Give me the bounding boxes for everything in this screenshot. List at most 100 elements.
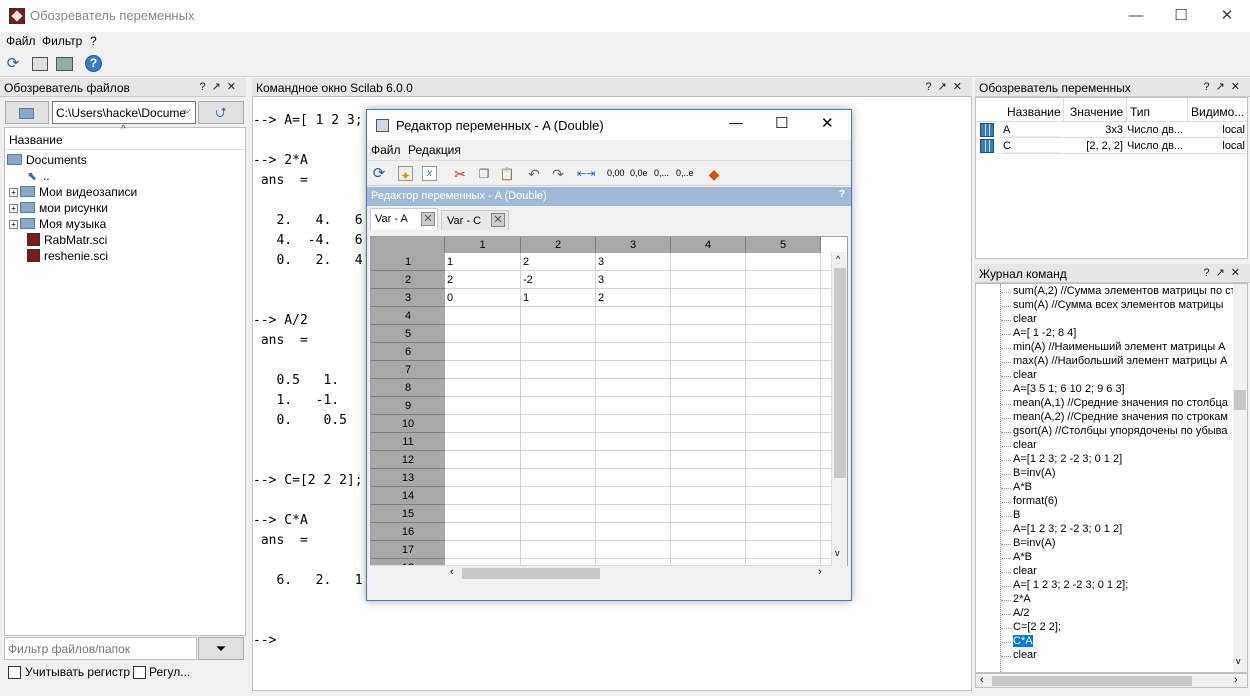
- history-item[interactable]: B=inv(A): [1013, 467, 1056, 479]
- x-var-icon[interactable]: x: [422, 166, 437, 181]
- paste-icon[interactable]: 📋: [498, 165, 516, 183]
- col-value[interactable]: Значение: [1070, 105, 1123, 119]
- grid-cell[interactable]: [445, 415, 521, 433]
- cut-icon[interactable]: ✂: [451, 165, 469, 183]
- history-item[interactable]: C=[2 2 2];: [1013, 621, 1061, 633]
- grid-col-header[interactable]: 2: [521, 237, 596, 253]
- grid-cell[interactable]: [521, 325, 596, 343]
- grid-cell[interactable]: [596, 433, 671, 451]
- history-item[interactable]: A/2: [1013, 607, 1030, 619]
- format-short-button[interactable]: 0,00: [607, 168, 625, 178]
- history-item[interactable]: format(6): [1013, 495, 1058, 507]
- expand-icon[interactable]: +: [9, 220, 18, 229]
- grid-cell[interactable]: 2: [596, 289, 671, 307]
- scroll-right-icon[interactable]: ›: [1234, 674, 1238, 686]
- grid-cell[interactable]: [596, 397, 671, 415]
- grid-cell[interactable]: [521, 541, 596, 559]
- minimize-button[interactable]: —: [1123, 5, 1149, 27]
- refresh-icon[interactable]: ⟳: [4, 55, 22, 73]
- grid-cell[interactable]: [746, 451, 821, 469]
- grid-col-header[interactable]: 1: [445, 237, 521, 253]
- history-item[interactable]: clear: [1013, 565, 1037, 577]
- tree-item-pictures[interactable]: + мои рисунки: [9, 201, 108, 215]
- grid-cell[interactable]: [746, 415, 821, 433]
- grid-cell[interactable]: [671, 505, 746, 523]
- grid-cell[interactable]: 2: [445, 271, 521, 289]
- scroll-thumb[interactable]: [462, 568, 600, 579]
- panel-controls-icon[interactable]: ?↗✕: [199, 80, 242, 93]
- help-icon[interactable]: ?: [85, 55, 102, 72]
- grid-col-header[interactable]: 4: [671, 237, 746, 253]
- close-button[interactable]: ✕: [1214, 5, 1240, 27]
- col-name[interactable]: Название: [1007, 105, 1061, 119]
- grid-cell[interactable]: [445, 361, 521, 379]
- close-tab-icon[interactable]: ✕: [491, 213, 505, 227]
- grid-cell[interactable]: [521, 343, 596, 361]
- grid-cell[interactable]: [596, 325, 671, 343]
- menu-help[interactable]: ?: [90, 34, 97, 48]
- history-item[interactable]: B=inv(A): [1013, 537, 1056, 549]
- grid-cell[interactable]: [671, 415, 746, 433]
- format-short-e-button[interactable]: 0,0e: [630, 168, 648, 178]
- grid-cell[interactable]: [671, 343, 746, 361]
- grid-cell[interactable]: [596, 487, 671, 505]
- var-row[interactable]: C [2, 2, 2] Число дв... local: [975, 138, 1247, 154]
- history-item[interactable]: C*A: [1013, 635, 1033, 647]
- grid-cell[interactable]: [746, 433, 821, 451]
- redo-icon[interactable]: ↷: [549, 165, 567, 183]
- grid-cell[interactable]: [596, 505, 671, 523]
- history-item[interactable]: A*B: [1013, 551, 1032, 563]
- tree-item-parent[interactable]: ⬉..: [27, 169, 50, 183]
- grid-cell[interactable]: [746, 523, 821, 541]
- grid-cell[interactable]: [671, 379, 746, 397]
- grid-cell[interactable]: 1: [521, 289, 596, 307]
- grid-row-header[interactable]: 4: [371, 307, 445, 325]
- history-item[interactable]: clear: [1013, 649, 1037, 661]
- history-vertical-scrollbar[interactable]: v: [1233, 284, 1247, 672]
- panel-controls-icon[interactable]: ?↗✕: [925, 80, 968, 93]
- grid-cell[interactable]: [671, 271, 746, 289]
- file-filter-input[interactable]: [4, 637, 197, 660]
- close-tab-icon[interactable]: ✕: [421, 212, 435, 226]
- scroll-left-icon[interactable]: ‹: [980, 674, 984, 686]
- grid-cell[interactable]: 3: [596, 253, 671, 271]
- scroll-down-icon[interactable]: v: [1236, 656, 1241, 666]
- grid-cell[interactable]: [671, 541, 746, 559]
- open-folder-button[interactable]: [5, 101, 49, 124]
- scroll-thumb[interactable]: [1234, 390, 1246, 410]
- fit-width-icon[interactable]: ⇤⇥: [577, 165, 595, 183]
- grid-cell[interactable]: [521, 361, 596, 379]
- grid-row-header[interactable]: 6: [371, 343, 445, 361]
- grid-cell[interactable]: [445, 451, 521, 469]
- panel-controls-icon[interactable]: ?↗✕: [1203, 266, 1246, 279]
- history-item[interactable]: mean(A,1) //Средние значения по столбца: [1013, 397, 1228, 409]
- history-horizontal-scrollbar[interactable]: ‹ ›: [975, 673, 1248, 688]
- grid-cell[interactable]: [521, 523, 596, 541]
- panel-controls-icon[interactable]: ?↗✕: [1203, 80, 1246, 93]
- grid-cell[interactable]: 3: [596, 271, 671, 289]
- history-item[interactable]: clear: [1013, 439, 1037, 451]
- grid-cell[interactable]: [445, 325, 521, 343]
- grid-row-header[interactable]: 3: [371, 289, 445, 307]
- col-type[interactable]: Тип: [1130, 105, 1150, 119]
- history-item[interactable]: A=[1 2 3; 2 -2 3; 0 1 2]: [1013, 453, 1122, 465]
- grid-row-header[interactable]: 11: [371, 433, 445, 451]
- grid-cell[interactable]: [671, 433, 746, 451]
- grid-row-header[interactable]: 5: [371, 325, 445, 343]
- tree-item-documents[interactable]: Documents: [7, 153, 87, 167]
- format-long-e-button[interactable]: 0,..e: [676, 168, 694, 178]
- grid-row-header[interactable]: 12: [371, 451, 445, 469]
- grid-horizontal-scrollbar[interactable]: ‹ ›: [370, 565, 831, 580]
- grid-cell[interactable]: [746, 541, 821, 559]
- grid-cell[interactable]: [671, 325, 746, 343]
- grid-cell[interactable]: [521, 397, 596, 415]
- grid-row-header[interactable]: 1: [371, 253, 445, 271]
- grid-row-header[interactable]: 2: [371, 271, 445, 289]
- editor-minimize-button[interactable]: —: [729, 114, 743, 130]
- grid-cell[interactable]: [746, 253, 821, 271]
- grid-cell[interactable]: [671, 307, 746, 325]
- history-item[interactable]: max(A) //Наибольший элемент матрицы A: [1013, 355, 1227, 367]
- grid-cell[interactable]: [596, 379, 671, 397]
- grid-cell[interactable]: [445, 397, 521, 415]
- grid-cell[interactable]: [521, 487, 596, 505]
